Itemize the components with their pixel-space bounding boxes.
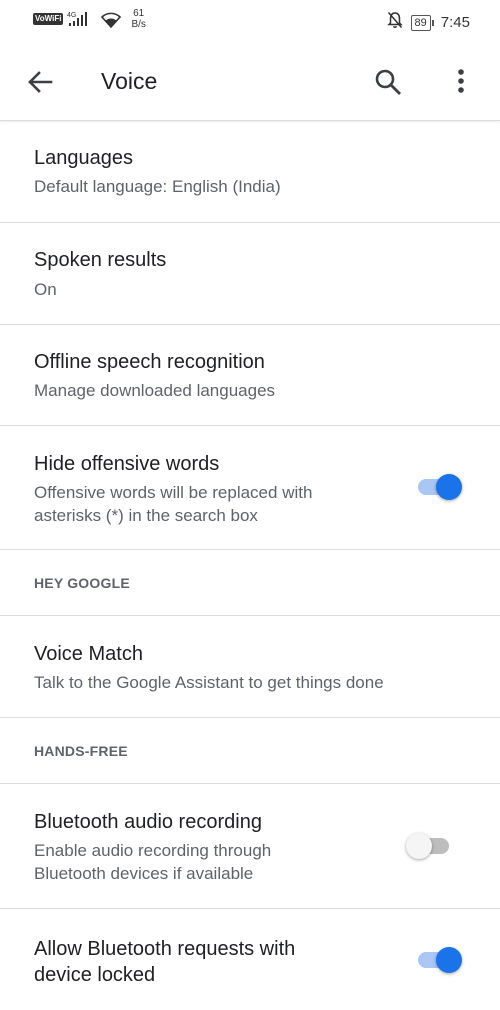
bluetooth-requests-toggle[interactable] <box>416 946 462 973</box>
voice-match-setting[interactable]: Voice Match Talk to the Google Assistant… <box>0 615 500 718</box>
setting-subtitle: Manage downloaded languages <box>34 381 276 400</box>
clock: 7:45 <box>440 14 470 31</box>
spoken-results-setting[interactable]: Spoken results On <box>0 222 500 325</box>
setting-title: Offline speech recognition <box>34 351 265 373</box>
svg-text:4G: 4G <box>67 12 76 19</box>
hide-offensive-words-setting[interactable]: Hide offensive words Offensive words wil… <box>0 425 500 550</box>
app-bar: Voice <box>0 44 500 121</box>
more-vert-icon[interactable] <box>446 66 476 98</box>
signal-icon: 4G <box>67 11 95 27</box>
section-header-hey-google: HEY GOOGLE <box>0 549 500 616</box>
setting-subtitle: Enable audio recording through Bluetooth… <box>34 841 272 883</box>
setting-subtitle: Offensive words will be replaced with as… <box>34 483 313 525</box>
setting-subtitle: On <box>34 280 57 299</box>
arrow-back-icon[interactable] <box>24 66 56 98</box>
bluetooth-audio-recording-setting[interactable]: Bluetooth audio recording Enable audio r… <box>0 783 500 909</box>
setting-title: Hide offensive words <box>34 453 220 475</box>
setting-title: Languages <box>34 147 133 169</box>
hide-offensive-words-toggle[interactable] <box>416 473 462 500</box>
offline-speech-setting[interactable]: Offline speech recognition Manage downlo… <box>0 324 500 426</box>
battery-indicator: 89 <box>410 14 435 31</box>
vowifi-badge: VoWiFi <box>33 13 64 25</box>
setting-subtitle: Talk to the Google Assistant to get thin… <box>34 673 384 692</box>
notifications-off-icon <box>386 11 403 34</box>
setting-title: Voice Match <box>34 643 143 665</box>
wifi-icon <box>101 12 122 33</box>
bluetooth-audio-recording-toggle[interactable] <box>406 832 453 859</box>
setting-title: Allow Bluetooth requests with device loc… <box>34 938 296 986</box>
network-speed: 61 B/s <box>131 8 146 30</box>
search-icon[interactable] <box>372 66 404 98</box>
bluetooth-requests-locked-setting[interactable]: Allow Bluetooth requests with device loc… <box>0 908 500 1010</box>
setting-title: Bluetooth audio recording <box>34 811 262 833</box>
section-header-hands-free: HANDS-FREE <box>0 717 500 784</box>
setting-subtitle: Default language: English (India) <box>34 177 281 196</box>
page-title: Voice <box>101 68 158 94</box>
setting-title: Spoken results <box>34 249 167 271</box>
status-bar: VoWiFi 4G 61 B/s 89 7:45 <box>0 0 500 44</box>
languages-setting[interactable]: Languages Default language: English (Ind… <box>0 121 500 223</box>
